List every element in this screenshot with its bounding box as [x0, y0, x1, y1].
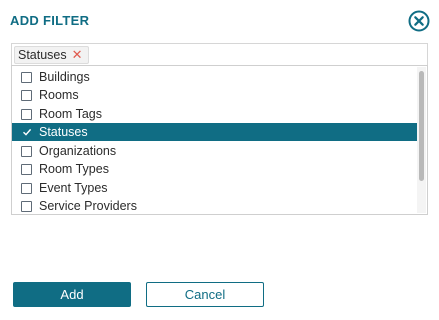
checkbox-icon: [21, 71, 32, 83]
checkbox-icon: [21, 89, 32, 101]
option-room-tags[interactable]: Room Tags: [12, 105, 417, 123]
checkbox-icon: [21, 145, 32, 157]
option-label: Buildings: [39, 70, 90, 84]
checkbox-icon: [21, 200, 32, 212]
option-label: Statuses: [39, 125, 88, 139]
scrollbar-thumb[interactable]: [419, 71, 424, 181]
option-organizations[interactable]: Organizations: [12, 142, 417, 160]
checkbox-icon: [21, 182, 32, 194]
close-icon[interactable]: ✕: [72, 47, 83, 63]
selected-filters-box[interactable]: Statuses ✕: [11, 43, 428, 65]
option-label: Organizations: [39, 144, 117, 158]
option-label: Event Types: [39, 181, 108, 195]
option-label: Room Types: [39, 162, 109, 176]
dialog-title: ADD FILTER: [10, 13, 90, 28]
option-statuses[interactable]: Statuses: [12, 123, 417, 141]
filter-options-list[interactable]: Buildings Rooms Room Tags Statuses Organ…: [11, 65, 428, 215]
option-service-providers[interactable]: Service Providers: [12, 197, 417, 214]
add-filter-dialog: ADD FILTER Statuses ✕ Buildings Rooms Ro…: [0, 0, 439, 320]
add-button[interactable]: Add: [13, 282, 131, 307]
checkmark-icon: [21, 127, 32, 138]
option-label: Room Tags: [39, 107, 102, 121]
checkbox-icon: [21, 108, 32, 120]
option-room-types[interactable]: Room Types: [12, 160, 417, 178]
checkbox-icon: [21, 163, 32, 175]
option-label: Rooms: [39, 88, 79, 102]
close-circle-icon: [408, 10, 430, 32]
cancel-button[interactable]: Cancel: [146, 282, 264, 307]
option-event-types[interactable]: Event Types: [12, 179, 417, 197]
close-button[interactable]: [408, 10, 430, 32]
filter-chip-label: Statuses: [18, 48, 67, 62]
list-scrollbar[interactable]: [417, 67, 426, 213]
option-label: Service Providers: [39, 199, 137, 213]
option-rooms[interactable]: Rooms: [12, 86, 417, 104]
option-buildings[interactable]: Buildings: [12, 68, 417, 86]
filter-chip: Statuses ✕: [14, 46, 89, 64]
